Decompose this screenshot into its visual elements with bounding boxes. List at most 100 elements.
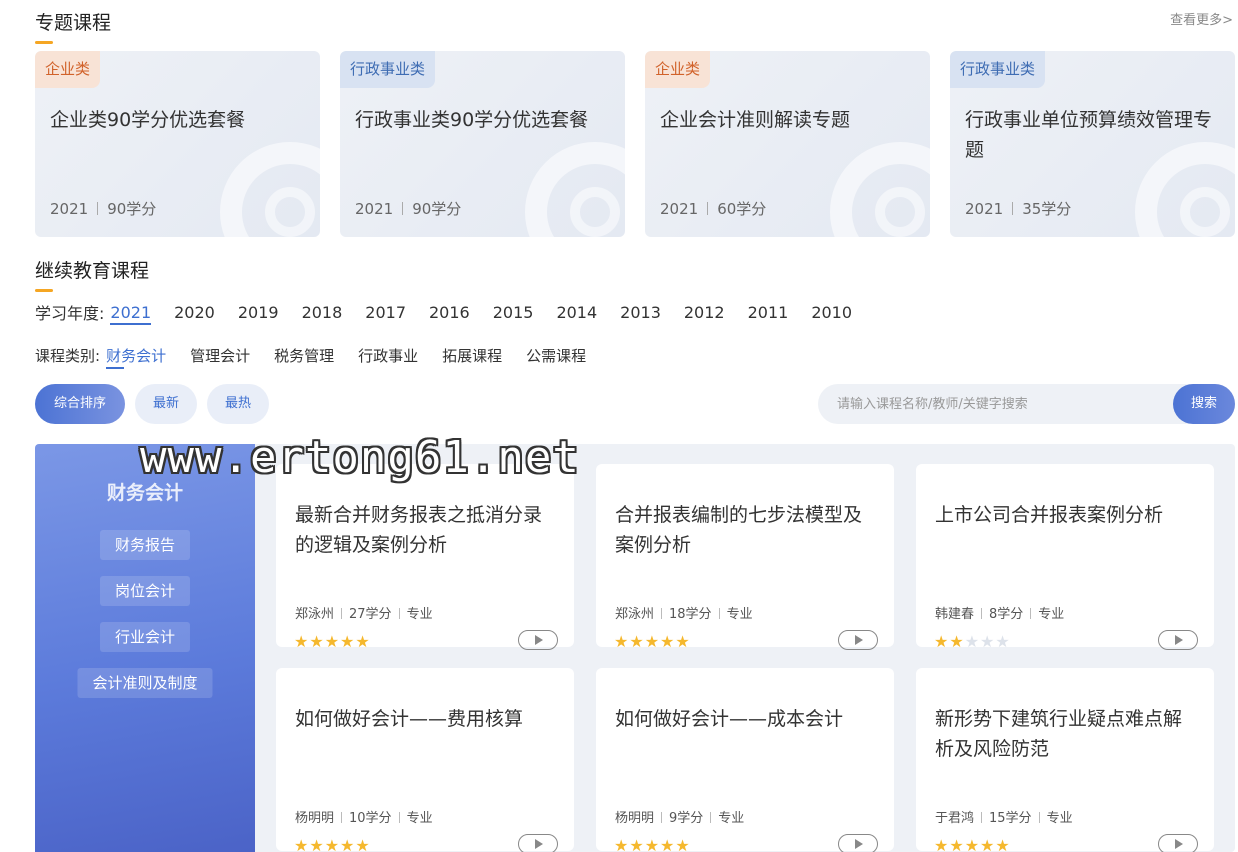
star-filled-icon: ★ [309,632,325,651]
star-empty-icon: ★ [964,632,981,651]
course-credits: 8学分 [989,607,1024,622]
course-meta: 杨明明 9学分 专业 [615,807,744,826]
category-option-management[interactable]: 管理会计 [190,345,250,366]
divider [718,608,720,619]
divider [402,202,404,215]
course-title: 上市公司合并报表案例分析 [935,504,1164,526]
category-option-admin[interactable]: 行政事业 [358,345,418,366]
course-teacher: 韩建春 [935,607,975,622]
play-icon[interactable] [518,630,558,650]
star-rating: ★★★★★ [614,634,691,650]
category-option-public[interactable]: 公需课程 [526,345,586,366]
play-icon[interactable] [838,630,878,650]
category-option-extended[interactable]: 拓展课程 [442,345,502,366]
category-option-finance[interactable]: 财务会计 [106,345,166,369]
decorative-ring [265,187,315,237]
continuing-section-title: 继续教育课程 [35,256,149,292]
star-filled-icon: ★ [355,632,371,651]
search-button[interactable]: 搜索 [1173,384,1235,424]
course-meta: 郑泳州 18学分 专业 [615,603,753,622]
star-empty-icon: ★ [995,632,1011,651]
title-underline [35,41,53,44]
star-filled-icon: ★ [294,836,310,852]
course-meta: 郑泳州 27学分 专业 [295,603,433,622]
star-filled-icon: ★ [355,836,371,852]
topic-tag: 企业类 [645,51,711,88]
divider [981,608,983,619]
search-box: 搜索 [818,384,1235,424]
course-type: 专业 [726,607,753,622]
year-option-2015[interactable]: 2015 [493,303,534,322]
star-rating: ★★★★★ [614,838,691,852]
year-option-2014[interactable]: 2014 [556,303,597,322]
course-card[interactable]: 最新合并财务报表之抵消分录的逻辑及案例分析 郑泳州 27学分 专业 ★★★★★ [276,464,574,650]
course-teacher: 于君鸿 [935,811,975,826]
course-teacher: 杨明明 [615,811,655,826]
course-card[interactable]: 上市公司合并报表案例分析 韩建春 8学分 专业 ★★★★★ [916,464,1214,650]
divider [398,608,400,619]
star-filled-icon: ★ [995,836,1011,852]
topic-card[interactable]: 企业类 企业类90学分优选套餐 2021 90学分 [35,51,320,237]
year-option-2019[interactable]: 2019 [238,303,279,322]
star-filled-icon: ★ [934,836,950,852]
year-option-2018[interactable]: 2018 [302,303,343,322]
title-underline [35,289,53,292]
topic-year: 2021 [50,200,89,218]
course-card[interactable]: 新形势下建筑行业疑点难点解析及风险防范 于君鸿 15学分 专业 ★★★★★ [916,668,1214,852]
play-icon[interactable] [1158,630,1198,650]
year-option-2010[interactable]: 2010 [811,303,852,322]
year-option-2017[interactable]: 2017 [365,303,406,322]
topic-credits: 35学分 [1022,200,1072,218]
year-option-2011[interactable]: 2011 [748,303,789,322]
category-side-panel: 财务会计 财务报告 岗位会计 行业会计 会计准则及制度 [35,444,255,852]
course-card[interactable]: 如何做好会计——费用核算 杨明明 10学分 专业 ★★★★★ [276,668,574,852]
course-type: 专业 [406,811,433,826]
side-item-industry-accounting[interactable]: 行业会计 [99,622,191,652]
topic-meta: 2021 90学分 [50,198,156,219]
course-card[interactable]: 合并报表编制的七步法模型及案例分析 郑泳州 18学分 专业 ★★★★★ [596,464,894,650]
sort-comprehensive-button[interactable]: 综合排序 [35,384,125,424]
year-option-2013[interactable]: 2013 [620,303,661,322]
course-type: 专业 [1046,811,1073,826]
side-item-accounting-standards[interactable]: 会计准则及制度 [77,668,213,698]
topic-title: 行政事业类90学分优选套餐 [355,109,589,131]
divider [97,202,99,215]
divider [661,812,663,823]
play-icon[interactable] [1158,834,1198,852]
play-icon[interactable] [838,834,878,852]
topic-credits: 90学分 [107,200,157,218]
year-option-2020[interactable]: 2020 [174,303,215,322]
category-option-tax[interactable]: 税务管理 [274,345,334,366]
topic-card[interactable]: 行政事业类 行政事业单位预算绩效管理专题 2021 35学分 [950,51,1235,237]
topic-credits: 60学分 [717,200,767,218]
side-item-position-accounting[interactable]: 岗位会计 [99,576,191,606]
search-input[interactable] [818,384,1173,424]
year-option-2012[interactable]: 2012 [684,303,725,322]
play-icon[interactable] [518,834,558,852]
star-filled-icon: ★ [660,632,676,651]
star-filled-icon: ★ [614,836,630,852]
star-filled-icon: ★ [629,632,645,651]
divider [341,812,343,823]
star-filled-icon: ★ [294,632,310,651]
topic-card[interactable]: 企业类 企业会计准则解读专题 2021 60学分 [645,51,930,237]
topic-meta: 2021 90学分 [355,198,461,219]
side-item-financial-report[interactable]: 财务报告 [99,530,191,560]
year-option-2021[interactable]: 2021 [110,303,151,325]
divider [1038,812,1040,823]
topic-meta: 2021 60学分 [660,198,766,219]
course-card[interactable]: 如何做好会计——成本会计 杨明明 9学分 专业 ★★★★★ [596,668,894,852]
sort-newest-button[interactable]: 最新 [135,384,197,424]
course-meta: 韩建春 8学分 专业 [935,603,1064,622]
watermark-text: www.ertong61.net [140,432,580,483]
category-filter-label: 课程类别: [35,347,101,365]
view-more-link[interactable]: 查看更多> [1170,9,1233,28]
course-title: 如何做好会计——成本会计 [615,708,844,730]
star-filled-icon: ★ [324,632,341,651]
star-filled-icon: ★ [980,836,996,852]
star-filled-icon: ★ [340,836,356,852]
topic-card[interactable]: 行政事业类 行政事业类90学分优选套餐 2021 90学分 [340,51,625,237]
year-option-2016[interactable]: 2016 [429,303,470,322]
sort-hottest-button[interactable]: 最热 [207,384,269,424]
star-rating: ★★★★★ [934,634,1011,650]
